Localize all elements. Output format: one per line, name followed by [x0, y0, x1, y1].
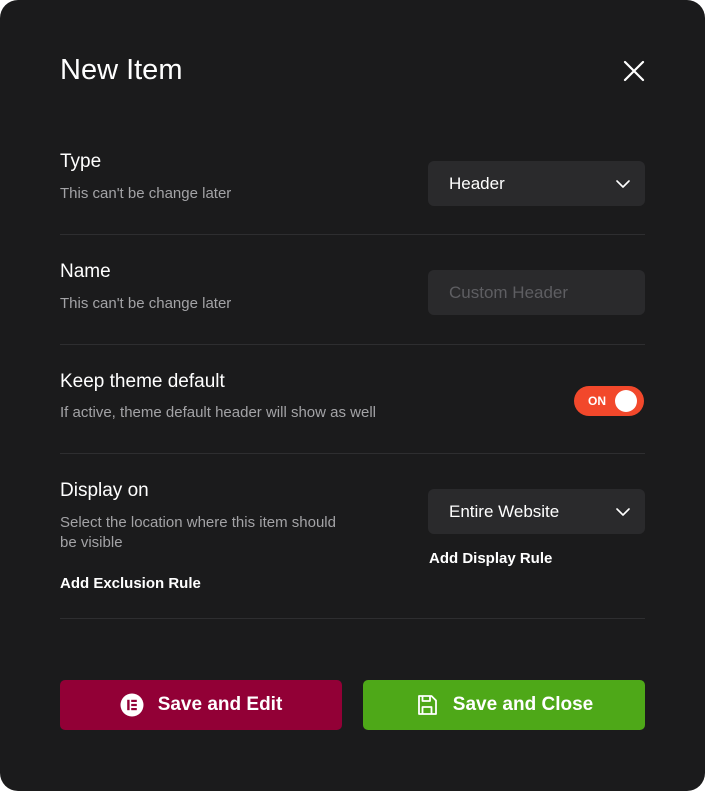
- toggle-knob: [615, 390, 637, 412]
- chevron-down-icon: [616, 508, 630, 516]
- type-select-value: Header: [449, 174, 505, 193]
- divider: [60, 618, 645, 619]
- display-on-label: Display on: [60, 480, 149, 501]
- toggle-state-text: ON: [588, 394, 606, 408]
- save-and-close-button[interactable]: Save and Close: [363, 680, 645, 730]
- save-and-edit-label: Save and Edit: [157, 694, 283, 715]
- display-on-description-line2: be visible: [60, 534, 123, 551]
- keep-theme-default-label: Keep theme default: [60, 371, 225, 392]
- name-input[interactable]: [428, 270, 645, 315]
- type-label: Type: [60, 151, 102, 172]
- close-icon[interactable]: [622, 59, 646, 83]
- display-on-select[interactable]: Entire Website: [428, 489, 645, 534]
- save-and-close-label: Save and Close: [452, 694, 594, 715]
- add-display-rule-link[interactable]: Add Display Rule: [429, 549, 552, 569]
- save-and-edit-button[interactable]: Save and Edit: [60, 680, 342, 730]
- divider: [60, 344, 645, 345]
- dialog-title: New Item: [60, 54, 183, 86]
- type-description: This can't be change later: [60, 185, 232, 202]
- display-on-description-line1: Select the location where this item shou…: [60, 514, 336, 531]
- save-icon: [417, 695, 437, 715]
- add-exclusion-rule-link[interactable]: Add Exclusion Rule: [60, 574, 201, 594]
- keep-theme-default-toggle[interactable]: ON: [574, 386, 644, 416]
- display-on-select-value: Entire Website: [449, 502, 560, 521]
- chevron-down-icon: [616, 180, 630, 188]
- name-description: This can't be change later: [60, 295, 232, 312]
- new-item-dialog: New Item Type This can't be change later…: [0, 0, 705, 791]
- elementor-icon: [120, 693, 144, 717]
- divider: [60, 453, 645, 454]
- keep-theme-default-description: If active, theme default header will sho…: [60, 404, 376, 421]
- divider: [60, 234, 645, 235]
- name-label: Name: [60, 261, 111, 282]
- type-select[interactable]: Header: [428, 161, 645, 206]
